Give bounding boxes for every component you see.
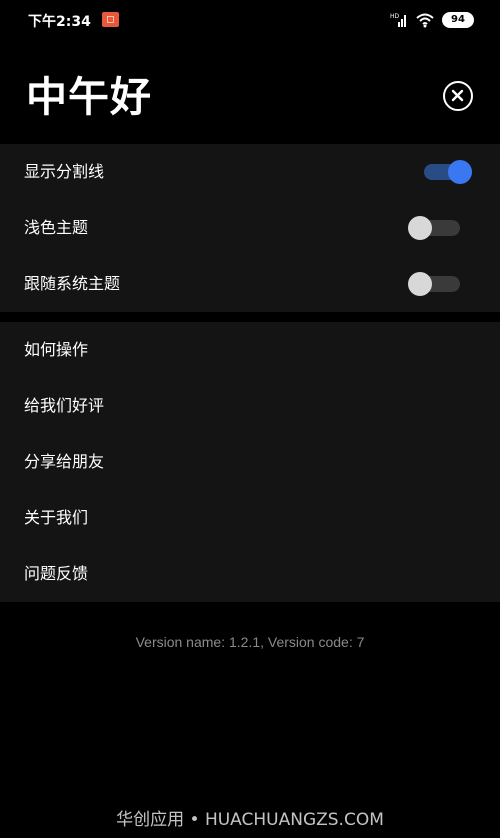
wifi-icon (416, 12, 434, 28)
menu-section: 如何操作 给我们好评 分享给朋友 关于我们 问题反馈 (0, 322, 500, 602)
show-divider-toggle[interactable] (420, 160, 472, 184)
toggle-knob (408, 272, 432, 296)
watermark: 华创应用 • HUACHUANGZS.COM (116, 810, 384, 830)
menu-item-label: 如何操作 (24, 340, 89, 359)
status-time: 下午2:34 (28, 14, 91, 30)
setting-row-follow-system-theme[interactable]: 跟随系统主题 (0, 256, 500, 312)
notification-app-icon (102, 12, 119, 27)
menu-item-feedback[interactable]: 问题反馈 (0, 546, 500, 602)
setting-label: 显示分割线 (24, 162, 105, 181)
close-button[interactable] (443, 81, 473, 111)
menu-item-share[interactable]: 分享给朋友 (0, 434, 500, 490)
menu-item-how-to-use[interactable]: 如何操作 (0, 322, 500, 378)
menu-item-label: 问题反馈 (24, 564, 89, 583)
setting-row-light-theme[interactable]: 浅色主题 (0, 200, 500, 256)
page-title: 中午好 (26, 73, 152, 121)
light-theme-toggle[interactable] (408, 216, 460, 240)
menu-item-label: 分享给朋友 (24, 452, 105, 471)
setting-row-show-divider[interactable]: 显示分割线 (0, 144, 500, 200)
settings-section: 显示分割线 浅色主题 跟随系统主题 (0, 144, 500, 312)
toggle-knob (448, 160, 472, 184)
menu-item-label: 给我们好评 (24, 396, 105, 415)
setting-label: 跟随系统主题 (24, 274, 121, 293)
signal-icon: HD (390, 12, 408, 28)
menu-item-label: 关于我们 (24, 508, 89, 527)
menu-item-rate-us[interactable]: 给我们好评 (0, 378, 500, 434)
battery-indicator: 94 (442, 12, 474, 28)
setting-label: 浅色主题 (24, 218, 89, 237)
version-info: Version name: 1.2.1, Version code: 7 (135, 634, 365, 650)
status-bar: 下午2:34 HD 94 (0, 0, 500, 40)
toggle-knob (408, 216, 432, 240)
close-icon (451, 89, 464, 102)
follow-system-theme-toggle[interactable] (408, 272, 460, 296)
network-label: HD (390, 13, 400, 20)
menu-item-about-us[interactable]: 关于我们 (0, 490, 500, 546)
